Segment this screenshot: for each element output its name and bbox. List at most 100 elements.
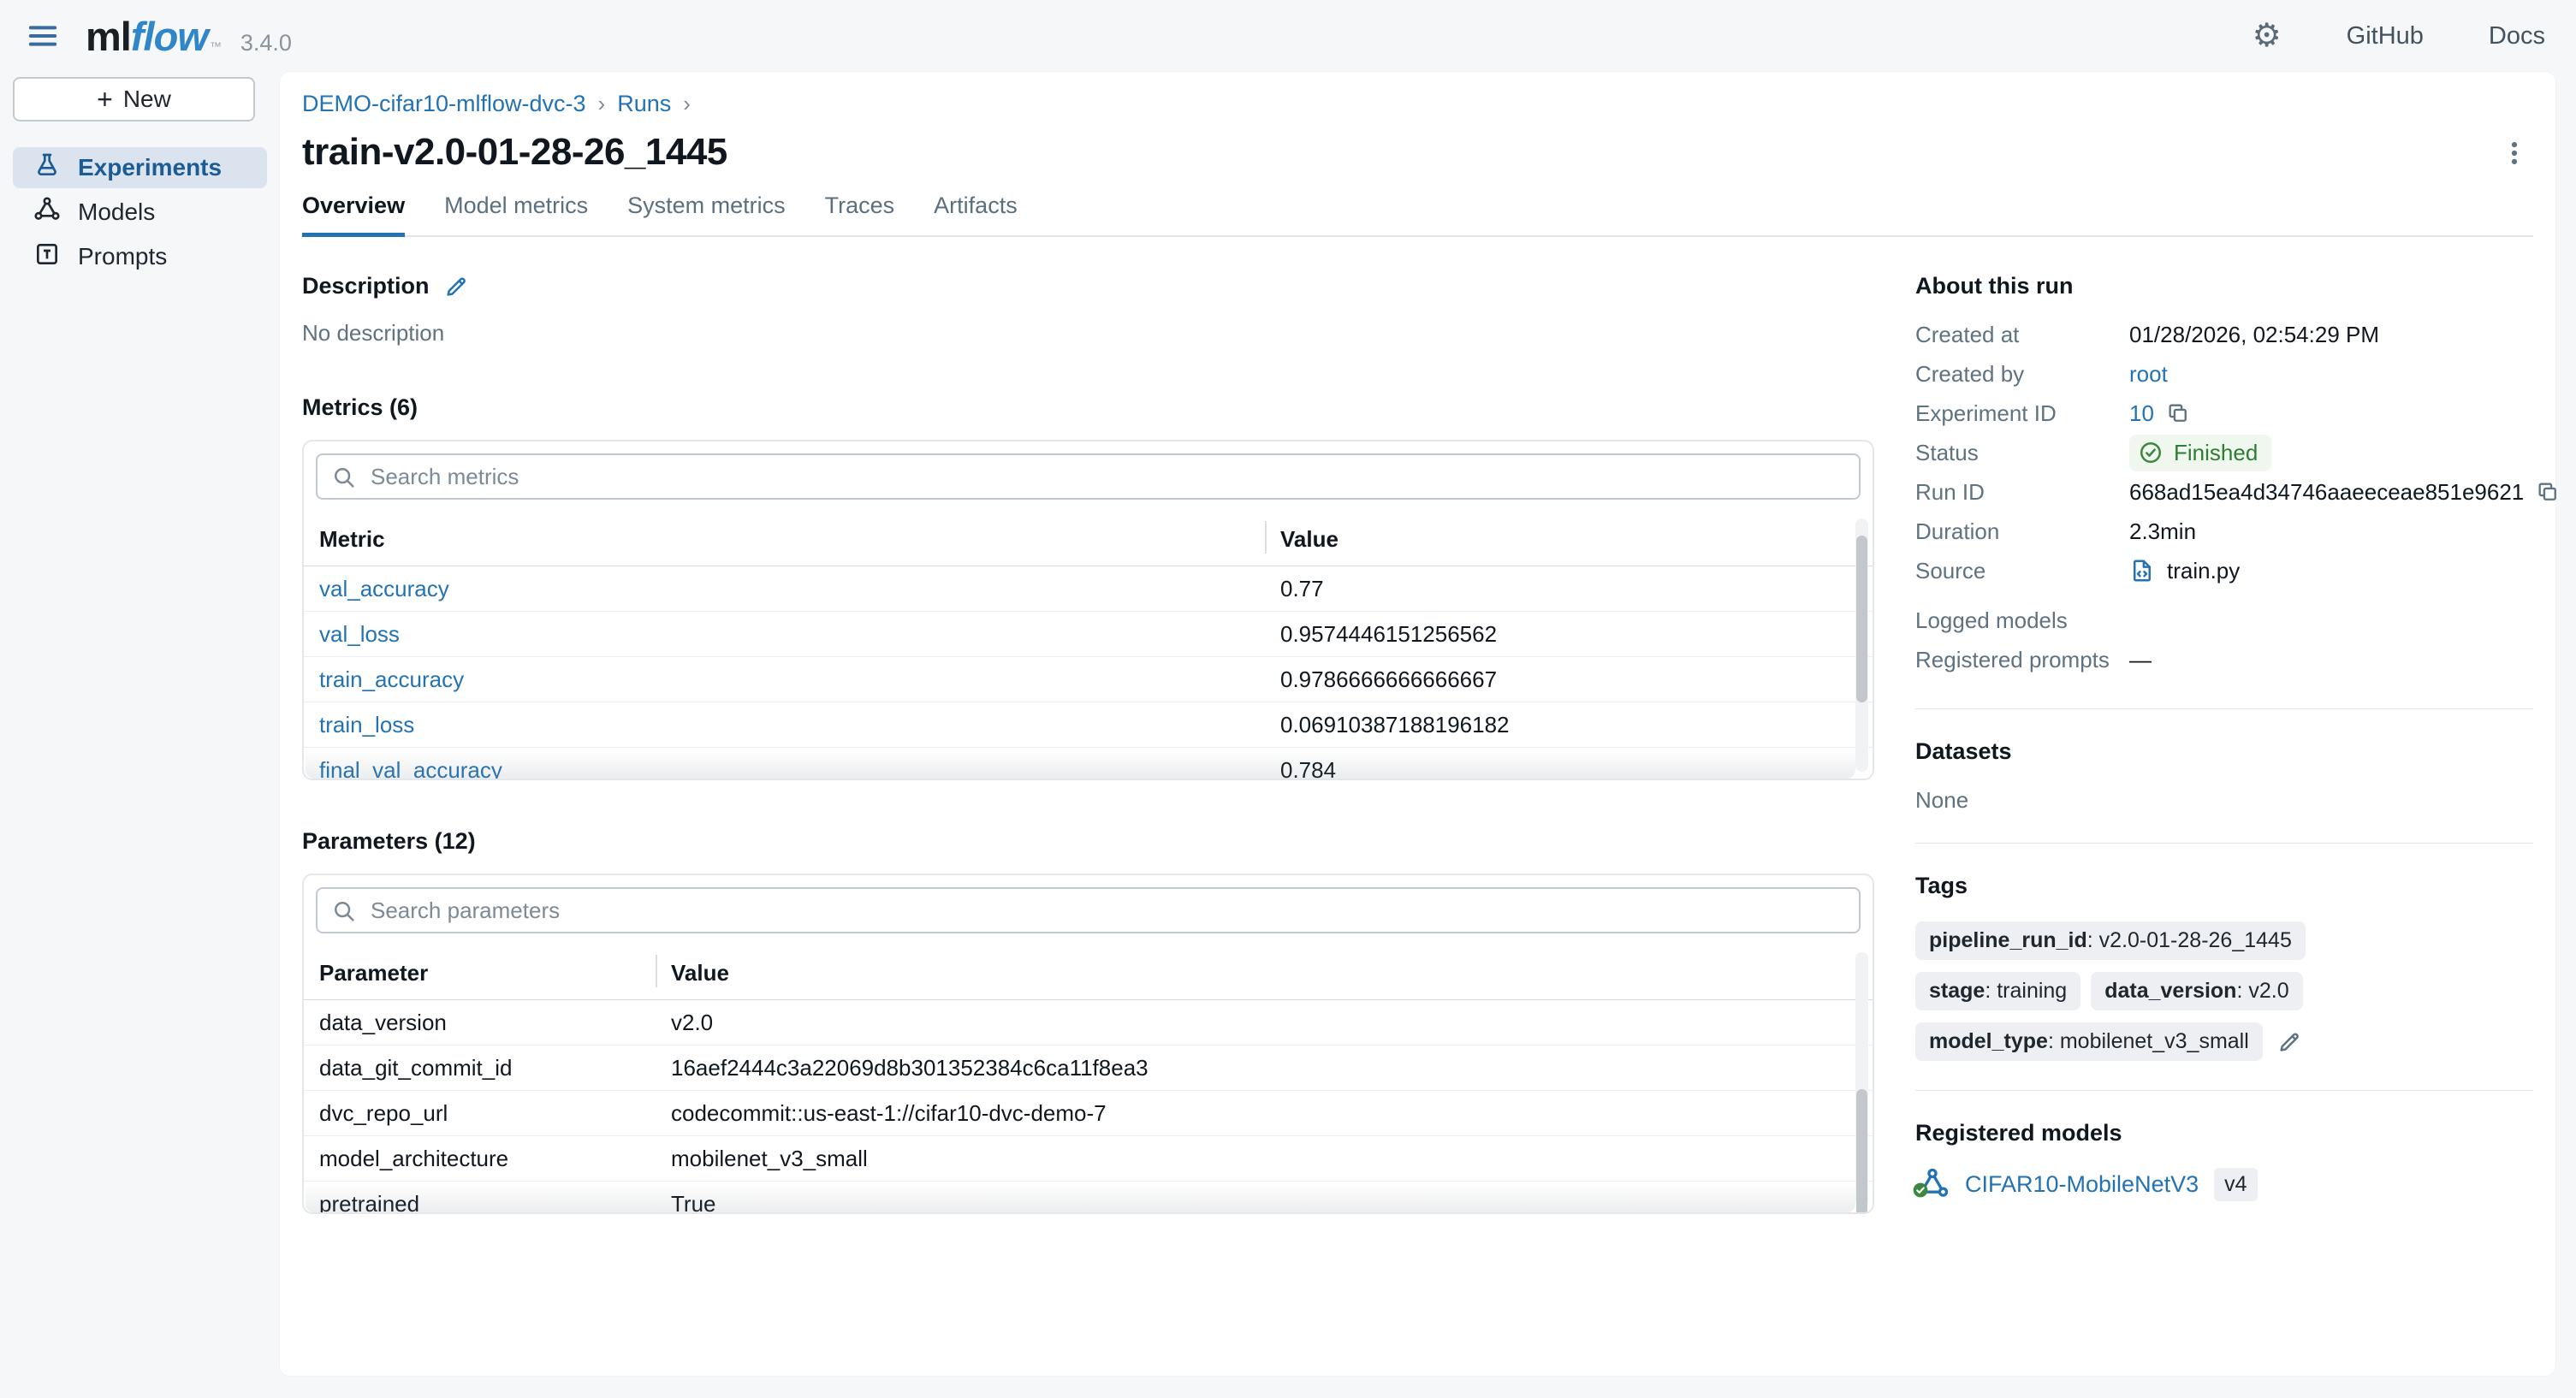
registered-models-heading: Registered models: [1915, 1120, 2122, 1146]
parameter-value: mobilenet_v3_small: [656, 1146, 1857, 1172]
top-header: mlflow™ 3.4.0 ⚙ GitHub Docs: [0, 0, 2576, 72]
metrics-heading: Metrics (6): [302, 394, 418, 421]
metric-value: 0.784: [1265, 757, 1857, 781]
search-metrics-input[interactable]: [316, 453, 1861, 500]
section-divider: [1915, 708, 2533, 709]
parameter-name: data_version: [319, 1010, 656, 1036]
tab-system-metrics[interactable]: System metrics: [627, 193, 786, 237]
model-network-icon: [33, 196, 61, 229]
column-header-value: Value: [1265, 526, 1857, 553]
sidebar-item-label: Experiments: [78, 154, 222, 181]
parameter-value: True: [656, 1191, 1857, 1215]
description-empty-text: No description: [302, 320, 1874, 347]
parameter-name: data_git_commit_id: [319, 1055, 656, 1081]
tab-overview[interactable]: Overview: [302, 193, 405, 237]
menu-hamburger-icon[interactable]: [24, 17, 62, 55]
metric-link[interactable]: val_loss: [319, 621, 400, 647]
column-header-parameter: Parameter: [319, 960, 656, 986]
section-divider: [1915, 1090, 2533, 1091]
parameter-name: dvc_repo_url: [319, 1100, 656, 1127]
page-title: train-v2.0-01-28-26_1445: [302, 131, 727, 174]
metric-link[interactable]: final_val_accuracy: [319, 757, 502, 781]
sidebar-item-models[interactable]: Models: [13, 192, 267, 233]
scrollbar-thumb[interactable]: [1856, 536, 1867, 702]
datasets-heading: Datasets: [1915, 738, 2012, 765]
parameter-name: pretrained: [319, 1191, 656, 1215]
github-link[interactable]: GitHub: [2347, 22, 2424, 50]
mlflow-logo[interactable]: mlflow™ 3.4.0: [86, 13, 292, 60]
column-header-metric: Metric: [319, 526, 1265, 553]
table-row: model_architecture mobilenet_v3_small: [304, 1136, 1873, 1182]
logo-text-flow: flow: [131, 13, 208, 60]
tab-traces[interactable]: Traces: [825, 193, 895, 237]
tag-pill[interactable]: data_version: v2.0: [2091, 972, 2302, 1010]
table-row: pretrained True: [304, 1182, 1873, 1214]
sidebar-item-experiments[interactable]: Experiments: [13, 147, 267, 188]
plus-icon: +: [97, 86, 113, 113]
run-detail-card: DEMO-cifar10-mlflow-dvc-3 › Runs › train…: [280, 72, 2555, 1376]
table-row: final_val_accuracy 0.784: [304, 748, 1873, 780]
sidebar-item-prompts[interactable]: Prompts: [13, 236, 267, 277]
metric-link[interactable]: train_accuracy: [319, 666, 464, 692]
metric-value: 0.06910387188196182: [1265, 712, 1857, 738]
docs-link[interactable]: Docs: [2489, 22, 2545, 50]
duration-value: 2.3min: [2129, 518, 2196, 545]
created-at-value: 01/28/2026, 02:54:29 PM: [2129, 322, 2379, 348]
parameter-value: v2.0: [656, 1010, 1857, 1036]
experiment-id-link[interactable]: 10: [2129, 400, 2154, 427]
metrics-table-container: Metric Value val_accuracy 0.77 val_loss …: [302, 440, 1874, 780]
parameters-heading: Parameters (12): [302, 828, 476, 855]
table-row: train_loss 0.06910387188196182: [304, 702, 1873, 748]
parameter-value: 16aef2444c3a22069d8b301352384c6ca11f8ea3: [656, 1055, 1857, 1081]
edit-description-pencil-icon[interactable]: [443, 274, 469, 299]
created-by-link[interactable]: root: [2129, 361, 2168, 388]
file-code-icon: [2129, 558, 2155, 583]
logo-trademark: ™: [210, 39, 222, 53]
registered-model-link[interactable]: CIFAR10-MobileNetV3: [1965, 1171, 2199, 1198]
copy-icon[interactable]: [2166, 401, 2190, 425]
about-row-source: Source train.py: [1915, 551, 2533, 590]
source-value: train.py: [2167, 558, 2240, 584]
datasets-empty-value: None: [1915, 787, 2533, 814]
metric-link[interactable]: train_loss: [319, 712, 414, 738]
settings-gear-icon[interactable]: ⚙: [2253, 20, 2282, 52]
new-button[interactable]: + New: [13, 77, 255, 121]
parameter-name: model_architecture: [319, 1146, 656, 1172]
metric-link[interactable]: val_accuracy: [319, 576, 449, 601]
about-row-created-at: Created at 01/28/2026, 02:54:29 PM: [1915, 315, 2533, 354]
about-row-registered-prompts: Registered prompts —: [1915, 640, 2533, 679]
table-row: val_accuracy 0.77: [304, 566, 1873, 612]
tag-pill[interactable]: model_type: mobilenet_v3_small: [1915, 1022, 2263, 1061]
about-row-duration: Duration 2.3min: [1915, 512, 2533, 551]
tag-pill[interactable]: stage: training: [1915, 972, 2080, 1010]
table-row: dvc_repo_url codecommit::us-east-1://cif…: [304, 1091, 1873, 1136]
metric-value: 0.9786666666666667: [1265, 666, 1857, 693]
tab-artifacts[interactable]: Artifacts: [934, 193, 1018, 237]
tag-pill[interactable]: pipeline_run_id: v2.0-01-28-26_1445: [1915, 921, 2306, 960]
check-circle-icon: [2138, 440, 2163, 465]
sidebar: + New Experiments Models Prompts: [0, 72, 280, 277]
about-row-created-by: Created by root: [1915, 354, 2533, 394]
status-badge: Finished: [2129, 435, 2271, 471]
sidebar-item-label: Prompts: [78, 243, 167, 270]
scrollbar-thumb[interactable]: [1856, 1089, 1867, 1214]
edit-tags-pencil-icon[interactable]: [2276, 1029, 2302, 1055]
overflow-menu-kebab-icon[interactable]: [2496, 134, 2533, 172]
metrics-scrollbar[interactable]: [1855, 518, 1868, 772]
about-row-status: Status Finished: [1915, 433, 2533, 472]
tab-model-metrics[interactable]: Model metrics: [444, 193, 588, 237]
chevron-right-icon: ›: [598, 91, 606, 117]
metric-value: 0.9574446151256562: [1265, 621, 1857, 648]
chevron-right-icon: ›: [683, 91, 691, 117]
breadcrumb-runs-link[interactable]: Runs: [617, 91, 671, 117]
run-id-value: 668ad15ea4d34746aaeeceae851e9621: [2129, 479, 2524, 506]
run-tabs: Overview Model metrics System metrics Tr…: [302, 193, 2533, 237]
parameters-scrollbar[interactable]: [1855, 952, 1868, 1205]
breadcrumb-experiment-link[interactable]: DEMO-cifar10-mlflow-dvc-3: [302, 91, 586, 117]
about-row-experiment-id: Experiment ID 10: [1915, 394, 2533, 433]
table-row: val_loss 0.9574446151256562: [304, 612, 1873, 657]
registered-model-icon: [1915, 1167, 1950, 1201]
registered-model-row: CIFAR10-MobileNetV3 v4: [1915, 1167, 2533, 1201]
search-parameters-input[interactable]: [316, 887, 1861, 933]
copy-icon[interactable]: [2536, 480, 2560, 504]
